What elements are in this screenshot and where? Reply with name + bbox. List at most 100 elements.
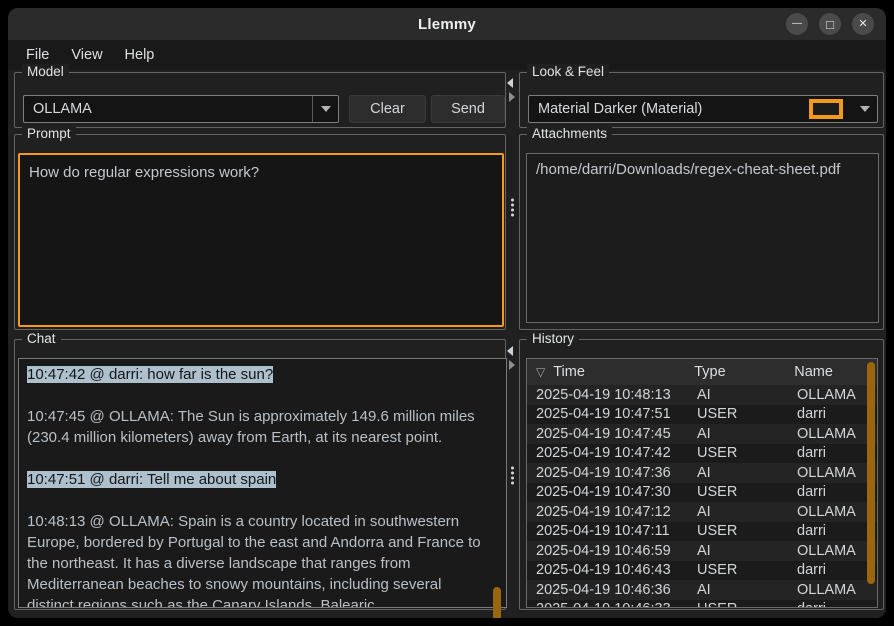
history-cell-time: 2025-04-19 10:46:43 xyxy=(527,562,697,578)
window-title: Llemmy xyxy=(418,16,476,33)
history-cell-name: OLLAMA xyxy=(797,465,877,481)
history-cell-type: AI xyxy=(697,582,797,598)
look-and-feel-select[interactable]: Material Darker (Material) xyxy=(528,95,878,123)
menu-view[interactable]: View xyxy=(71,47,102,63)
model-group-label: Model xyxy=(22,64,69,79)
chat-group-label: Chat xyxy=(22,331,61,346)
history-group: History ▽ Time Type Name 2025-04-19 10:4… xyxy=(519,339,884,610)
history-cell-time: 2025-04-19 10:47:30 xyxy=(527,484,697,500)
history-cell-time: 2025-04-19 10:48:13 xyxy=(527,387,697,403)
history-cell-name: OLLAMA xyxy=(797,504,877,520)
history-scrollbar-thumb[interactable] xyxy=(867,362,875,584)
history-cell-name: darri xyxy=(797,562,877,578)
history-cell-name: OLLAMA xyxy=(797,387,877,403)
history-cell-time: 2025-04-19 10:47:42 xyxy=(527,445,697,461)
history-cell-name: OLLAMA xyxy=(797,426,877,442)
chat-message-ai: 10:47:45 @ OLLAMA: The Sun is approximat… xyxy=(27,406,488,448)
history-table: ▽ Time Type Name 2025-04-19 10:48:13AIOL… xyxy=(526,358,878,608)
look-and-feel-group: Look & Feel Material Darker (Material) xyxy=(519,72,884,128)
history-cell-name: darri xyxy=(797,484,877,500)
history-cell-name: OLLAMA xyxy=(797,582,877,598)
history-cell-time: 2025-04-19 10:46:33 xyxy=(527,601,697,608)
splitter-handle-top[interactable] xyxy=(511,198,514,218)
history-cell-type: AI xyxy=(697,387,797,403)
history-cell-name: darri xyxy=(797,406,877,422)
attachments-group-label: Attachments xyxy=(527,126,612,141)
main-content: Model OLLAMA Clear Send Look & Feel Mate… xyxy=(8,70,886,618)
history-row[interactable]: 2025-04-19 10:48:13AIOLLAMA xyxy=(527,385,877,405)
history-row[interactable]: 2025-04-19 10:47:36AIOLLAMA xyxy=(527,463,877,483)
close-icon: ✕ xyxy=(858,19,867,30)
history-cell-time: 2025-04-19 10:46:36 xyxy=(527,582,697,598)
maximize-icon: □ xyxy=(826,18,834,31)
history-cell-type: USER xyxy=(697,484,797,500)
history-cell-time: 2025-04-19 10:47:11 xyxy=(527,523,697,539)
history-cell-type: AI xyxy=(697,543,797,559)
clear-button[interactable]: Clear xyxy=(349,95,426,123)
chat-message-ai: 10:48:13 @ OLLAMA: Spain is a country lo… xyxy=(27,511,488,608)
history-row[interactable]: 2025-04-19 10:47:45AIOLLAMA xyxy=(527,424,877,444)
history-cell-type: USER xyxy=(697,445,797,461)
history-row[interactable]: 2025-04-19 10:46:33USERdarri xyxy=(527,600,877,609)
maximize-button[interactable]: □ xyxy=(819,13,841,35)
prompt-group: Prompt How do regular expressions work? xyxy=(14,134,506,330)
history-cell-type: USER xyxy=(697,523,797,539)
look-and-feel-selected-value: Material Darker (Material) xyxy=(529,101,809,117)
history-row[interactable]: 2025-04-19 10:46:43USERdarri xyxy=(527,561,877,581)
model-group: Model OLLAMA Clear Send xyxy=(14,72,506,128)
chat-scrollbar-thumb[interactable] xyxy=(493,587,501,618)
attachment-item[interactable]: /home/darri/Downloads/regex-cheat-sheet.… xyxy=(536,159,869,181)
model-select-arrow[interactable] xyxy=(312,96,338,122)
history-cell-type: AI xyxy=(697,465,797,481)
history-cell-name: darri xyxy=(797,523,877,539)
history-cell-type: AI xyxy=(697,426,797,442)
minimize-button[interactable]: — xyxy=(786,13,808,35)
menu-file[interactable]: File xyxy=(26,47,49,63)
splitter-collapse-left-icon[interactable] xyxy=(507,346,513,356)
theme-color-swatch xyxy=(809,99,843,119)
splitter-handle-bottom[interactable] xyxy=(511,466,514,486)
history-column-name[interactable]: Name xyxy=(794,364,877,380)
splitter-collapse-right-icon[interactable] xyxy=(509,92,515,102)
history-row[interactable]: 2025-04-19 10:47:42USERdarri xyxy=(527,444,877,464)
attachments-group: Attachments /home/darri/Downloads/regex-… xyxy=(519,134,884,330)
model-select[interactable]: OLLAMA xyxy=(23,95,339,123)
prompt-input[interactable]: How do regular expressions work? xyxy=(18,153,504,327)
history-row[interactable]: 2025-04-19 10:47:30USERdarri xyxy=(527,483,877,503)
menu-bar: File View Help xyxy=(8,40,886,70)
history-row[interactable]: 2025-04-19 10:47:51USERdarri xyxy=(527,405,877,425)
history-table-body: 2025-04-19 10:48:13AIOLLAMA2025-04-19 10… xyxy=(527,385,877,608)
history-row[interactable]: 2025-04-19 10:46:36AIOLLAMA xyxy=(527,580,877,600)
look-and-feel-group-label: Look & Feel xyxy=(527,64,609,79)
look-and-feel-select-arrow[interactable] xyxy=(853,106,877,112)
history-cell-type: USER xyxy=(697,601,797,608)
chevron-down-icon xyxy=(860,106,870,112)
history-cell-type: USER xyxy=(697,562,797,578)
splitter-collapse-right-icon[interactable] xyxy=(509,360,515,370)
history-cell-time: 2025-04-19 10:46:59 xyxy=(527,543,697,559)
history-group-label: History xyxy=(527,331,579,346)
history-header-row[interactable]: ▽ Time Type Name xyxy=(527,359,877,385)
history-row[interactable]: 2025-04-19 10:47:12AIOLLAMA xyxy=(527,502,877,522)
history-cell-time: 2025-04-19 10:47:45 xyxy=(527,426,697,442)
chat-message-user: 10:47:42 @ darri: how far is the sun? xyxy=(27,364,488,385)
model-selected-value: OLLAMA xyxy=(24,101,312,117)
chat-log[interactable]: 10:47:42 @ darri: how far is the sun? 10:… xyxy=(18,358,507,608)
chevron-down-icon xyxy=(321,106,331,112)
titlebar[interactable]: Llemmy — □ ✕ xyxy=(8,8,886,40)
history-column-time[interactable]: Time xyxy=(553,364,694,380)
splitter-collapse-left-icon[interactable] xyxy=(507,78,513,88)
app-window: Llemmy — □ ✕ File View Help Model OLLAMA… xyxy=(8,8,886,618)
attachments-list[interactable]: /home/darri/Downloads/regex-cheat-sheet.… xyxy=(526,153,879,323)
history-cell-name: darri xyxy=(797,445,877,461)
sort-descending-icon[interactable]: ▽ xyxy=(527,365,553,379)
chat-group: Chat 10:47:42 @ darri: how far is the su… xyxy=(14,339,506,610)
history-row[interactable]: 2025-04-19 10:47:11USERdarri xyxy=(527,522,877,542)
history-column-type[interactable]: Type xyxy=(694,364,794,380)
history-row[interactable]: 2025-04-19 10:46:59AIOLLAMA xyxy=(527,541,877,561)
menu-help[interactable]: Help xyxy=(125,47,155,63)
send-button[interactable]: Send xyxy=(431,95,505,123)
history-cell-name: darri xyxy=(797,601,877,608)
close-button[interactable]: ✕ xyxy=(852,13,874,35)
history-cell-type: AI xyxy=(697,504,797,520)
